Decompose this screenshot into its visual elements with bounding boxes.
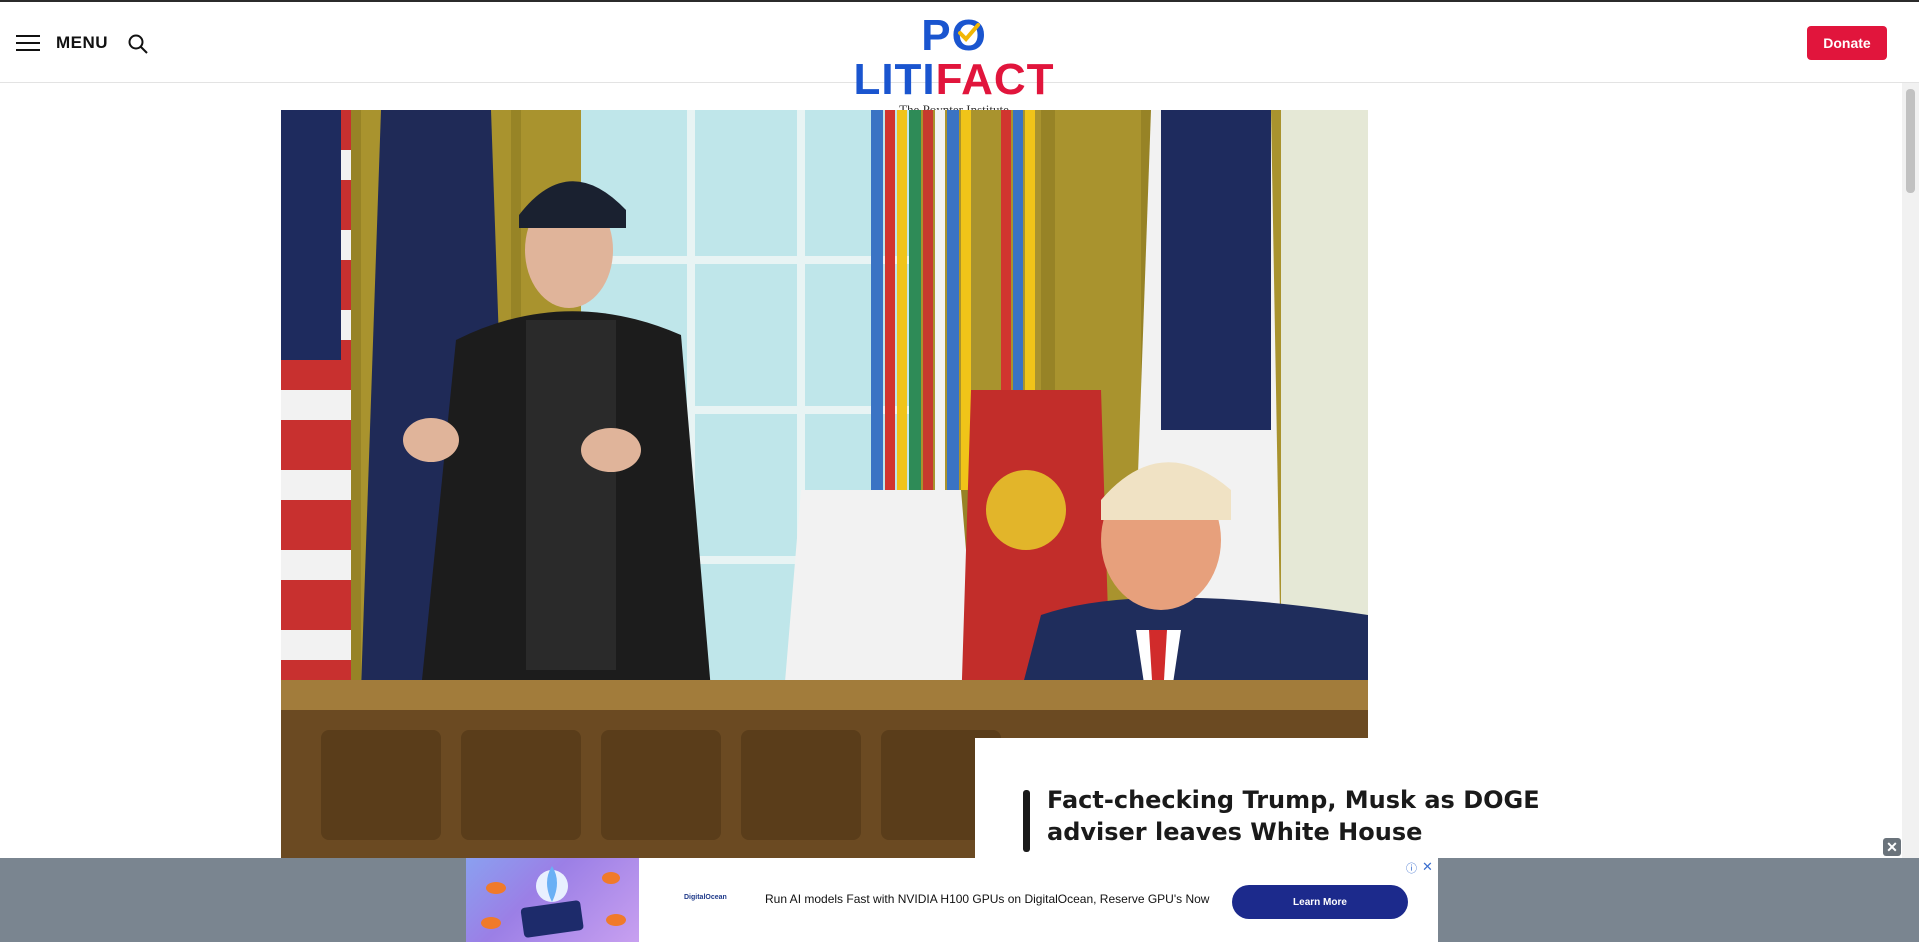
ad-learn-more-button[interactable]: Learn More: [1232, 885, 1408, 919]
ad-info-icon[interactable]: ⓘ: [1406, 860, 1417, 876]
headline-card: Fact-checking Trump, Musk as DOGE advise…: [975, 738, 1575, 858]
hamburger-icon: [16, 35, 40, 51]
ad-brand-logo: DigitalOcean: [684, 894, 727, 901]
ad-banner[interactable]: DigitalOcean Run AI models Fast with NVI…: [466, 858, 1438, 942]
ad-text[interactable]: Run AI models Fast with NVIDIA H100 GPUs…: [765, 892, 1209, 906]
logo-check-icon: O: [951, 11, 987, 60]
headline-accent-bar: [1023, 790, 1030, 852]
article-headline[interactable]: Fact-checking Trump, Musk as DOGE advise…: [1047, 784, 1567, 848]
ad-image[interactable]: [466, 858, 639, 942]
donate-button[interactable]: Donate: [1807, 26, 1887, 60]
page-scrollbar[interactable]: [1902, 83, 1919, 942]
site-header: MENU POLITIFACT The Poynter Institute Do…: [0, 2, 1919, 117]
menu-label: MENU: [56, 33, 109, 52]
search-icon[interactable]: [127, 33, 149, 55]
menu-button[interactable]: MENU: [16, 32, 108, 54]
ad-close-icon[interactable]: ✕: [1883, 838, 1901, 856]
scrollbar-thumb[interactable]: [1906, 89, 1915, 193]
politifact-logo[interactable]: POLITIFACT The Poynter Institute: [838, 14, 1070, 118]
ad-dismiss-icon[interactable]: ✕: [1422, 859, 1433, 875]
